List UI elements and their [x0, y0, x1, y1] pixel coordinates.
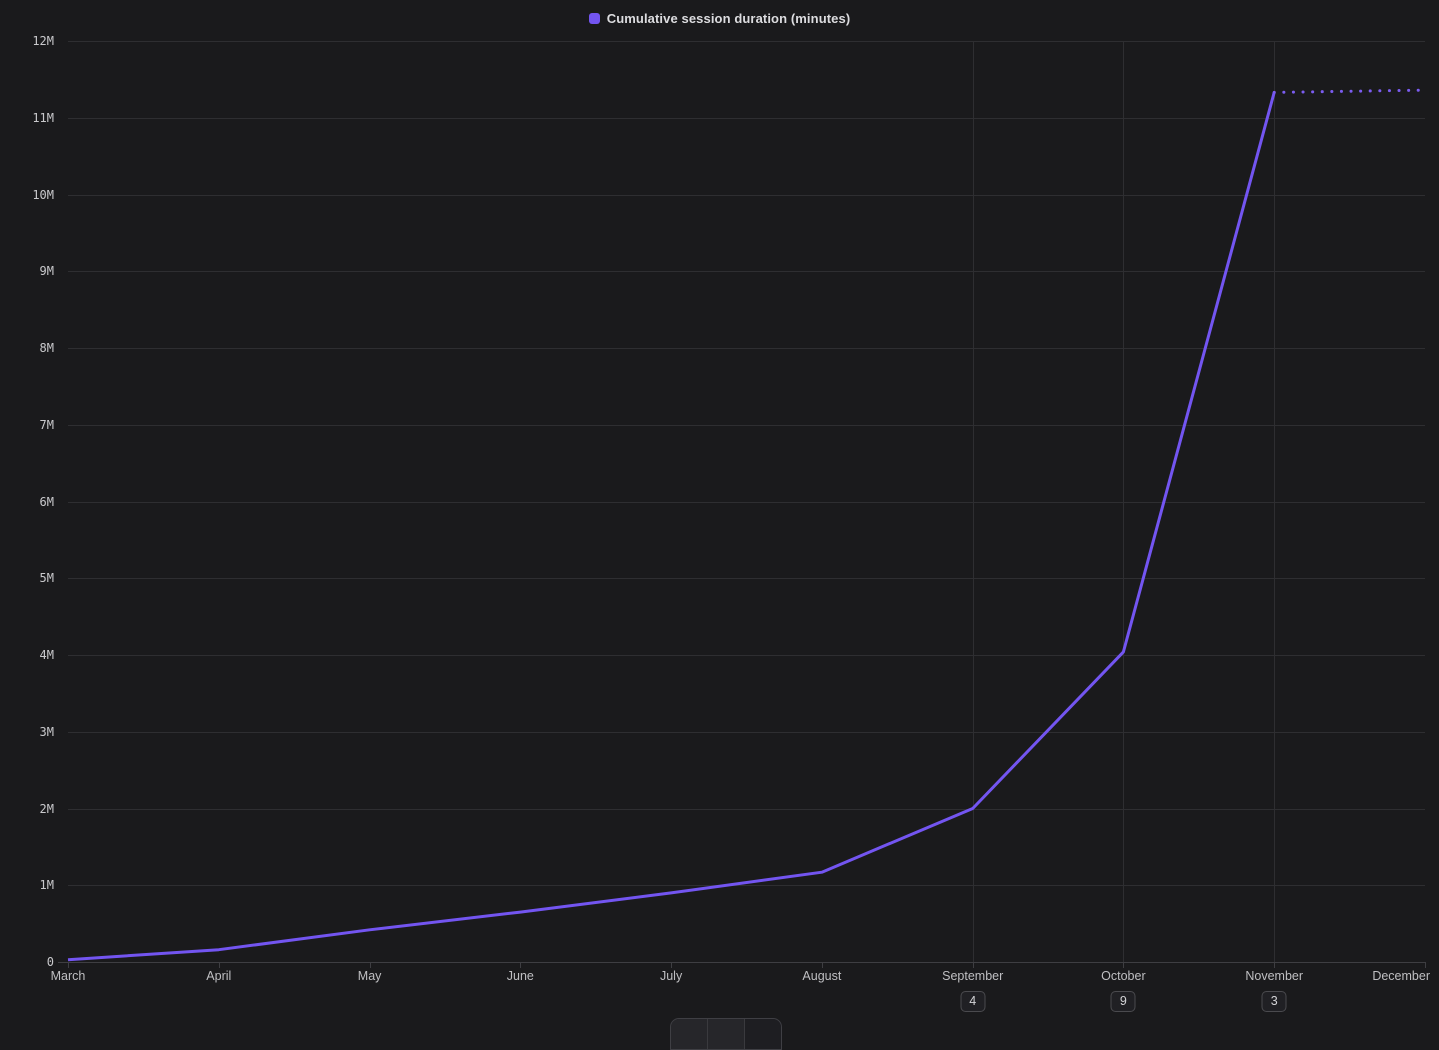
annotation-badge[interactable]: 9 [1111, 991, 1136, 1012]
bottom-segmented-control [670, 1018, 782, 1050]
series-line-svg[interactable] [0, 0, 1439, 1024]
series-line-projected-dotted[interactable] [1274, 90, 1425, 92]
annotation-badge[interactable]: 3 [1262, 991, 1287, 1012]
trends-line-chart: Cumulative session duration (minutes) 01… [0, 0, 1439, 1024]
annotation-badge[interactable]: 4 [960, 991, 985, 1012]
series-line-solid[interactable] [68, 92, 1274, 959]
